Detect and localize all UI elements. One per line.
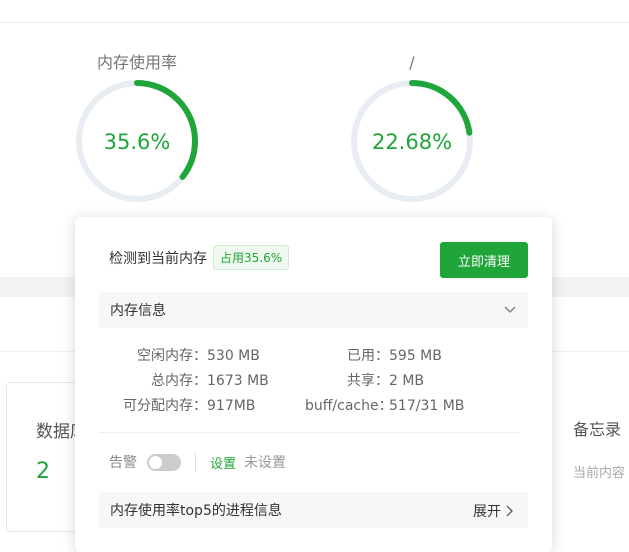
- alarm-status: 未设置: [244, 455, 287, 471]
- stat-buff-cache: buff/cache：517/31 MB: [305, 398, 465, 414]
- memory-info-section-toggle[interactable]: 内存信息: [99, 292, 528, 328]
- gauge-value: 35.6%: [103, 130, 171, 154]
- memo-card-title: 备忘录: [573, 420, 622, 439]
- toggle-knob: [149, 455, 162, 469]
- alarm-toggle[interactable]: [147, 453, 181, 471]
- popup-header: 检测到当前内存 占用35.6%: [109, 245, 290, 270]
- gauge-title: /: [409, 53, 415, 72]
- alarm-separator: [195, 453, 196, 471]
- memory-info-popup: 检测到当前内存 占用35.6% 立即清理 内存信息 空闲内存：530 MB 总内…: [75, 217, 552, 552]
- popup-divider: [99, 432, 519, 433]
- gauge-value: 22.68%: [371, 130, 453, 154]
- popup-header-label: 检测到当前内存: [109, 250, 207, 267]
- usage-badge: 占用35.6%: [213, 245, 290, 270]
- process-info-label: 内存使用率top5的进程信息: [110, 503, 282, 519]
- alarm-row: 告警 设置 未设置: [109, 452, 286, 472]
- expand-label: 展开: [473, 504, 501, 520]
- top-divider: [0, 22, 629, 23]
- gauge-title: 内存使用率: [96, 53, 177, 72]
- disk-usage-gauge[interactable]: / 22.68%: [349, 52, 475, 204]
- memory-usage-gauge[interactable]: 内存使用率 35.6%: [74, 52, 200, 204]
- clean-memory-button[interactable]: 立即清理: [440, 242, 528, 278]
- memory-stats-right: 已用：595 MB 共享：2 MB buff/cache：517/31 MB: [305, 344, 464, 419]
- chevron-right-icon: [506, 505, 513, 517]
- stat-available: 可分配内存：917MB: [123, 398, 256, 414]
- alarm-label: 告警: [109, 455, 137, 471]
- memo-card-sub: 当前内容: [573, 466, 626, 481]
- stat-total: 总内存：1673 MB: [151, 373, 269, 389]
- stat-used: 已用：595 MB: [347, 348, 442, 364]
- stat-free: 空闲内存：530 MB: [137, 348, 260, 364]
- memory-stats-left: 空闲内存：530 MB 总内存：1673 MB 可分配内存：917MB: [115, 344, 269, 419]
- top5-process-section[interactable]: 内存使用率top5的进程信息 展开: [99, 492, 528, 528]
- alarm-setting-link[interactable]: 设置: [210, 453, 236, 472]
- card-count[interactable]: 2: [36, 459, 50, 484]
- memory-info-label: 内存信息: [110, 303, 166, 319]
- stat-shared: 共享：2 MB: [347, 373, 425, 389]
- expand-button[interactable]: 展开: [473, 501, 514, 521]
- chevron-down-icon: [504, 306, 516, 313]
